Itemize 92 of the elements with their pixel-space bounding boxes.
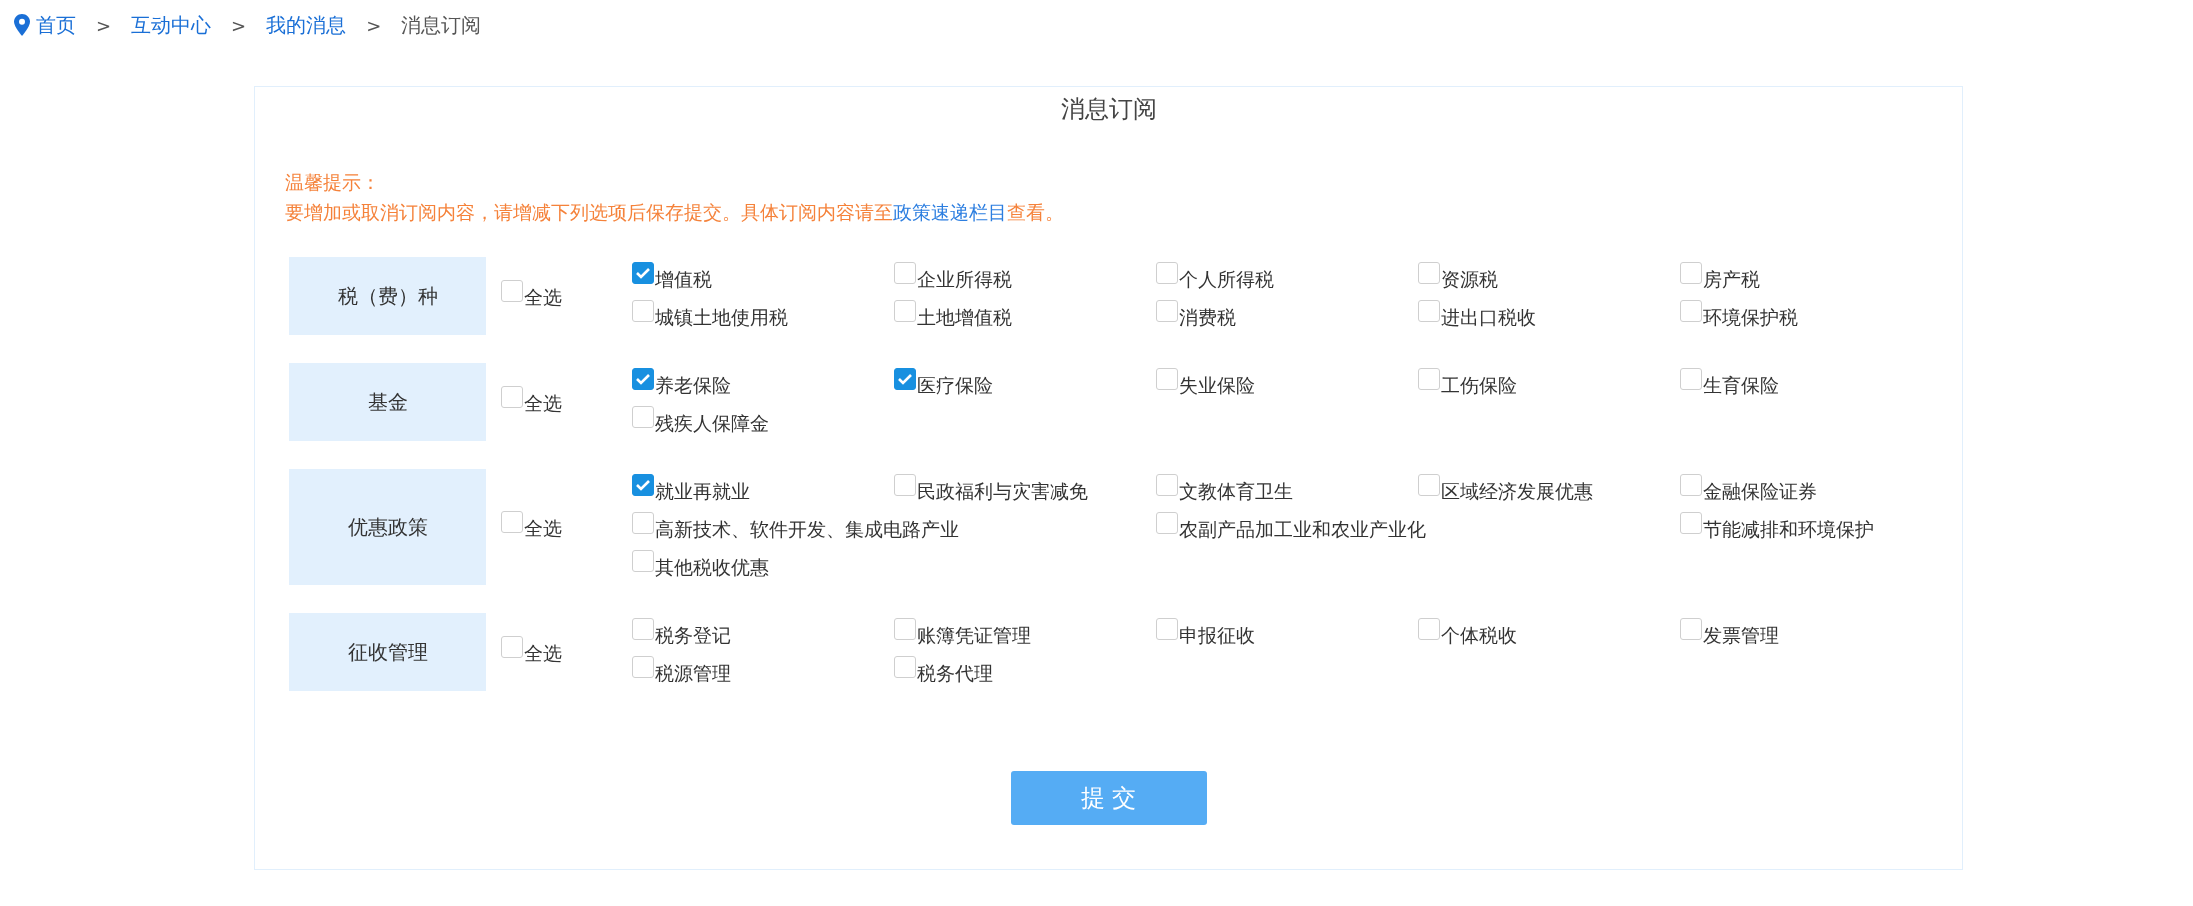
option-label[interactable]: 账簿凭证管理: [917, 623, 1031, 649]
checkbox[interactable]: [501, 280, 523, 302]
option-label[interactable]: 区域经济发展优惠: [1441, 479, 1593, 505]
checkbox[interactable]: [632, 262, 654, 284]
option-label[interactable]: 节能减排和环境保护: [1703, 517, 1874, 543]
option-label[interactable]: 发票管理: [1703, 623, 1779, 649]
notice-text: 要增加或取消订阅内容，请增减下列选项后保存提交。具体订阅内容请至政策速递栏目 查看。: [285, 200, 1065, 225]
option-label[interactable]: 失业保险: [1179, 373, 1255, 399]
checkbox[interactable]: [632, 512, 654, 534]
policy-link[interactable]: 政策速递栏目: [893, 201, 1007, 223]
breadcrumb-separator: >: [366, 14, 382, 36]
checkbox[interactable]: [1156, 618, 1178, 640]
checkbox[interactable]: [632, 300, 654, 322]
checkbox[interactable]: [1680, 618, 1702, 640]
checkbox[interactable]: [632, 474, 654, 496]
checkbox[interactable]: [894, 618, 916, 640]
select-all-label[interactable]: 全选: [524, 391, 562, 417]
checkbox[interactable]: [894, 368, 916, 390]
option-label[interactable]: 就业再就业: [655, 479, 750, 505]
breadcrumb-link[interactable]: 我的消息: [266, 11, 347, 39]
option-label[interactable]: 税源管理: [655, 661, 731, 687]
option-label[interactable]: 文教体育卫生: [1179, 479, 1293, 505]
category-label: 基金: [289, 363, 486, 441]
checkbox[interactable]: [632, 656, 654, 678]
select-all-label[interactable]: 全选: [524, 516, 562, 542]
checkbox[interactable]: [1418, 618, 1440, 640]
option-label[interactable]: 增值税: [655, 267, 712, 293]
category-label: 征收管理: [289, 613, 486, 691]
checkbox[interactable]: [1680, 512, 1702, 534]
checkbox[interactable]: [501, 636, 523, 658]
option-label[interactable]: 农副产品加工业和农业产业化: [1179, 517, 1426, 543]
option-label[interactable]: 土地增值税: [917, 305, 1012, 331]
select-all-label[interactable]: 全选: [524, 285, 562, 311]
option-label[interactable]: 环境保护税: [1703, 305, 1798, 331]
option-label[interactable]: 高新技术、软件开发、集成电路产业: [655, 517, 959, 543]
checkbox[interactable]: [632, 550, 654, 572]
checkbox[interactable]: [1418, 262, 1440, 284]
option-label[interactable]: 其他税收优惠: [655, 555, 769, 581]
breadcrumb-link[interactable]: 互动中心: [131, 11, 212, 39]
checkbox[interactable]: [1680, 368, 1702, 390]
option-label[interactable]: 金融保险证券: [1703, 479, 1817, 505]
breadcrumb-link[interactable]: 首页: [36, 11, 76, 39]
option-label[interactable]: 房产税: [1703, 267, 1760, 293]
checkbox[interactable]: [1680, 474, 1702, 496]
option-label[interactable]: 进出口税收: [1441, 305, 1536, 331]
checkbox[interactable]: [894, 656, 916, 678]
checkbox[interactable]: [1156, 512, 1178, 534]
option-label[interactable]: 税务登记: [655, 623, 731, 649]
check-icon: [635, 373, 651, 385]
select-all-label[interactable]: 全选: [524, 641, 562, 667]
location-pin-icon: [14, 14, 30, 36]
checkbox[interactable]: [501, 386, 523, 408]
option-label[interactable]: 残疾人保障金: [655, 411, 769, 437]
option-label[interactable]: 申报征收: [1179, 623, 1255, 649]
category-label: 优惠政策: [289, 469, 486, 585]
checkbox[interactable]: [1156, 474, 1178, 496]
checkbox[interactable]: [1418, 474, 1440, 496]
breadcrumb-separator: >: [231, 14, 247, 36]
checkbox[interactable]: [1418, 368, 1440, 390]
category-label: 税（费）种: [289, 257, 486, 335]
option-label[interactable]: 城镇土地使用税: [655, 305, 788, 331]
checkbox[interactable]: [1680, 262, 1702, 284]
option-label[interactable]: 资源税: [1441, 267, 1498, 293]
checkbox[interactable]: [632, 406, 654, 428]
checkbox[interactable]: [632, 618, 654, 640]
option-label[interactable]: 个体税收: [1441, 623, 1517, 649]
check-icon: [897, 373, 913, 385]
option-label[interactable]: 民政福利与灾害减免: [917, 479, 1088, 505]
checkbox[interactable]: [894, 300, 916, 322]
option-label[interactable]: 生育保险: [1703, 373, 1779, 399]
option-label[interactable]: 个人所得税: [1179, 267, 1274, 293]
checkbox[interactable]: [1156, 262, 1178, 284]
option-label[interactable]: 养老保险: [655, 373, 731, 399]
checkbox[interactable]: [1156, 368, 1178, 390]
page-title: 消息订阅: [1060, 94, 1157, 125]
checkbox[interactable]: [1680, 300, 1702, 322]
checkbox[interactable]: [501, 511, 523, 533]
option-label[interactable]: 税务代理: [917, 661, 993, 687]
option-label[interactable]: 医疗保险: [917, 373, 993, 399]
checkbox[interactable]: [1156, 300, 1178, 322]
checkbox[interactable]: [894, 474, 916, 496]
breadcrumb-separator: >: [96, 14, 112, 36]
checkbox[interactable]: [632, 368, 654, 390]
option-label[interactable]: 工伤保险: [1441, 373, 1517, 399]
option-label[interactable]: 企业所得税: [917, 267, 1012, 293]
checkbox[interactable]: [1418, 300, 1440, 322]
current-page-label: 消息订阅: [401, 11, 482, 39]
check-icon: [635, 267, 651, 279]
check-icon: [635, 479, 651, 491]
option-label[interactable]: 消费税: [1179, 305, 1236, 331]
checkbox[interactable]: [894, 262, 916, 284]
notice-heading: 温馨提示：: [285, 170, 381, 195]
